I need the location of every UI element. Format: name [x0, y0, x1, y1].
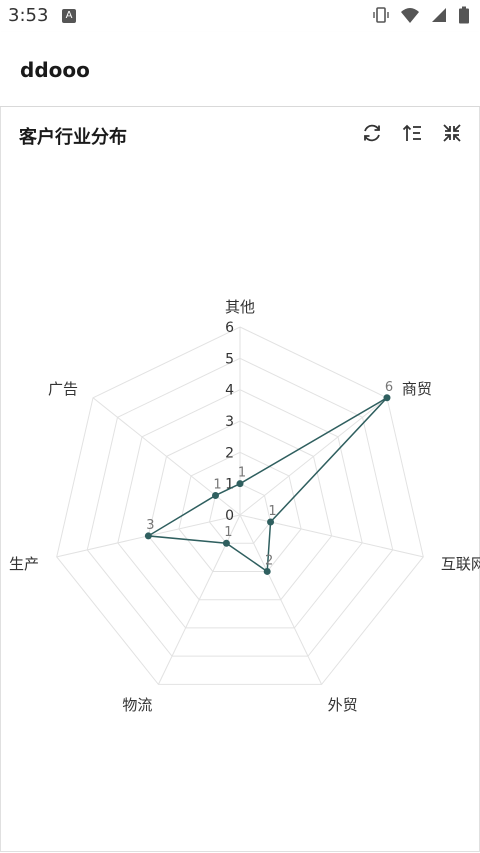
indicator-label: 广告 [48, 380, 78, 398]
indicator-label: 商贸 [402, 380, 432, 398]
app-title: ddooo [20, 58, 90, 82]
status-bar: 3:53 A [0, 0, 480, 32]
vibrate-icon [372, 6, 390, 24]
data-point [263, 567, 271, 575]
radial-tick-label: 3 [225, 414, 234, 430]
data-point [236, 480, 244, 488]
data-point [222, 539, 230, 547]
indicator-label: 互联网 [441, 555, 480, 573]
indicator-label: 其他 [225, 298, 255, 316]
wifi-icon [400, 6, 420, 24]
indicator-label: 生产 [9, 555, 39, 573]
data-value-label: 1 [213, 477, 221, 492]
indicator-label: 外贸 [328, 696, 358, 714]
data-value-label: 6 [385, 380, 393, 395]
data-value-label: 1 [238, 466, 246, 481]
radial-tick-label: 2 [225, 445, 234, 461]
notification-icon: A [62, 9, 76, 23]
status-icons [372, 6, 470, 24]
data-value-label: 3 [146, 518, 154, 533]
indicator-label: 物流 [122, 696, 152, 714]
data-value-label: 2 [265, 553, 273, 568]
radial-tick-label: 0 [225, 508, 234, 524]
app-bar: ddooo [0, 32, 480, 107]
radial-tick-label: 4 [225, 383, 234, 399]
data-point [144, 532, 152, 540]
grid-spoke [239, 397, 388, 516]
data-point [212, 491, 220, 499]
radial-tick-label: 6 [225, 320, 234, 336]
signal-icon [430, 6, 448, 24]
series-line [146, 397, 388, 573]
data-value-label: 1 [268, 504, 276, 519]
battery-icon [458, 6, 470, 24]
radial-tick-label: 5 [225, 351, 234, 367]
data-point [267, 518, 275, 526]
radar-chart: 0123456其他商贸互联网外贸物流生产广告1612131 [9, 298, 480, 714]
status-time: 3:53 [8, 5, 49, 26]
data-point [383, 394, 391, 402]
data-value-label: 1 [224, 525, 232, 540]
